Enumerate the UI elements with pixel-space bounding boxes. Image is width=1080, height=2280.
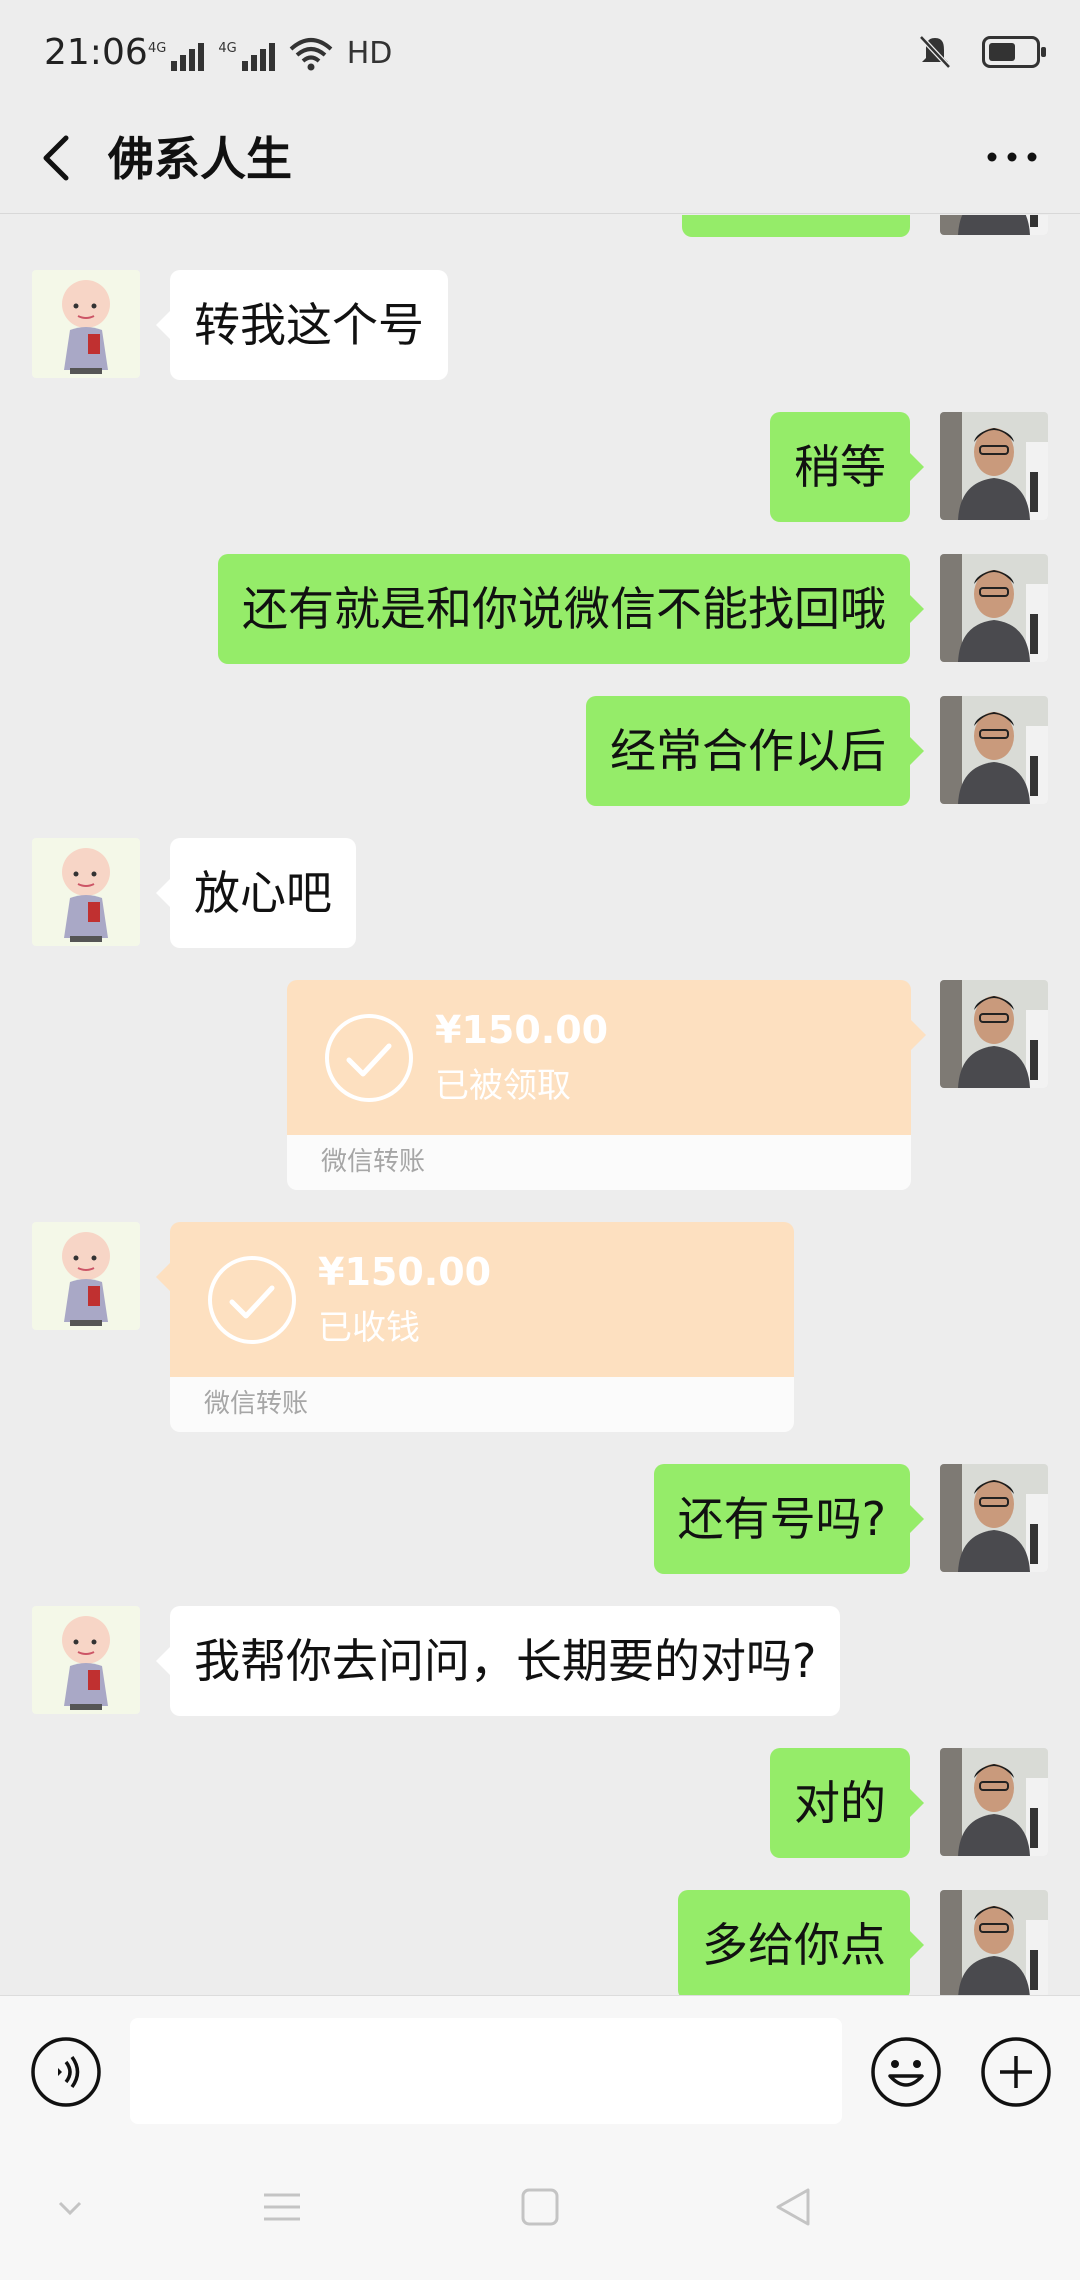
network-type-label: 4G [218,41,237,56]
signal-icon: 4G [218,41,275,71]
avatar[interactable] [32,1606,140,1714]
transfer-footer: 微信转账 [287,1135,911,1190]
message-input[interactable] [130,2018,842,2124]
transfer-card[interactable]: ¥150.00 已收钱 微信转账 [170,1222,794,1432]
ellipsis-icon[interactable] [984,142,1040,172]
input-bar [0,1995,1080,2135]
transfer-amount: ¥150.00 [435,1008,609,1052]
hd-label: HD [346,36,393,71]
transfer-amount: ¥150.00 [318,1250,492,1294]
voice-icon[interactable] [30,2036,102,2108]
avatar[interactable] [32,1222,140,1330]
battery-icon [982,36,1046,68]
avatar[interactable] [32,270,140,378]
check-circle-icon [208,1256,296,1344]
bubble-tail [156,1262,171,1292]
transfer-card[interactable]: ¥150.00 已被领取 微信转账 [287,980,911,1190]
message-bubble[interactable]: 我帮你去问问，长期要的对吗? [155,1606,841,1716]
avatar[interactable] [940,412,1048,520]
wifi-icon [289,38,333,71]
avatar[interactable] [940,980,1048,1088]
transfer-status: 已被领取 [435,1066,571,1106]
message-bubble[interactable]: 对的 [770,1748,924,1858]
check-circle-icon [325,1014,413,1102]
transfer-card-top: ¥150.00 已被领取 [287,980,911,1135]
transfer-footer: 微信转账 [170,1377,794,1432]
chevron-left-icon[interactable] [36,128,76,188]
signal-icon: 4G [148,41,205,71]
message-bubble[interactable]: 还有号吗? [653,1464,925,1574]
system-nav-bar [0,2135,1080,2280]
avatar[interactable] [940,1890,1048,1995]
collapse-icon[interactable] [52,2187,88,2227]
avatar[interactable] [32,838,140,946]
chat-title: 佛系人生 [108,132,292,186]
emoji-icon[interactable] [870,2036,942,2108]
chat-area[interactable]: 转我这个号 稍等 还有就是和你说微信不能找回哦 经常合作以后 放心吧 ¥150.… [0,215,1080,1995]
message-bubble-partial[interactable] [682,215,910,237]
avatar[interactable] [940,1464,1048,1572]
chat-header: 佛系人生 [0,110,1080,214]
message-bubble[interactable]: 转我这个号 [156,270,448,380]
home-icon[interactable] [520,2187,560,2227]
mute-bell-icon [919,35,951,69]
bubble-tail [911,1020,926,1050]
status-time: 21:06 [44,32,148,73]
back-icon[interactable] [774,2187,814,2227]
status-right-icons [918,34,1046,70]
avatar[interactable] [940,1748,1048,1856]
status-bar: 21:06 4G 4G HD [0,0,1080,110]
transfer-status: 已收钱 [318,1308,420,1348]
avatar[interactable] [940,215,1048,235]
menu-icon[interactable] [262,2187,302,2227]
status-icons: 4G 4G HD [148,36,392,71]
transfer-card-top: ¥150.00 已收钱 [170,1222,794,1377]
plus-icon[interactable] [980,2036,1052,2108]
message-bubble[interactable]: 放心吧 [156,838,356,948]
message-bubble[interactable]: 稍等 [770,412,924,522]
network-type-label: 4G [148,41,167,56]
message-bubble[interactable]: 多给你点 [678,1890,924,1995]
message-bubble[interactable]: 还有就是和你说微信不能找回哦 [218,554,924,664]
avatar[interactable] [940,554,1048,662]
avatar[interactable] [940,696,1048,804]
message-bubble[interactable]: 经常合作以后 [586,696,924,806]
